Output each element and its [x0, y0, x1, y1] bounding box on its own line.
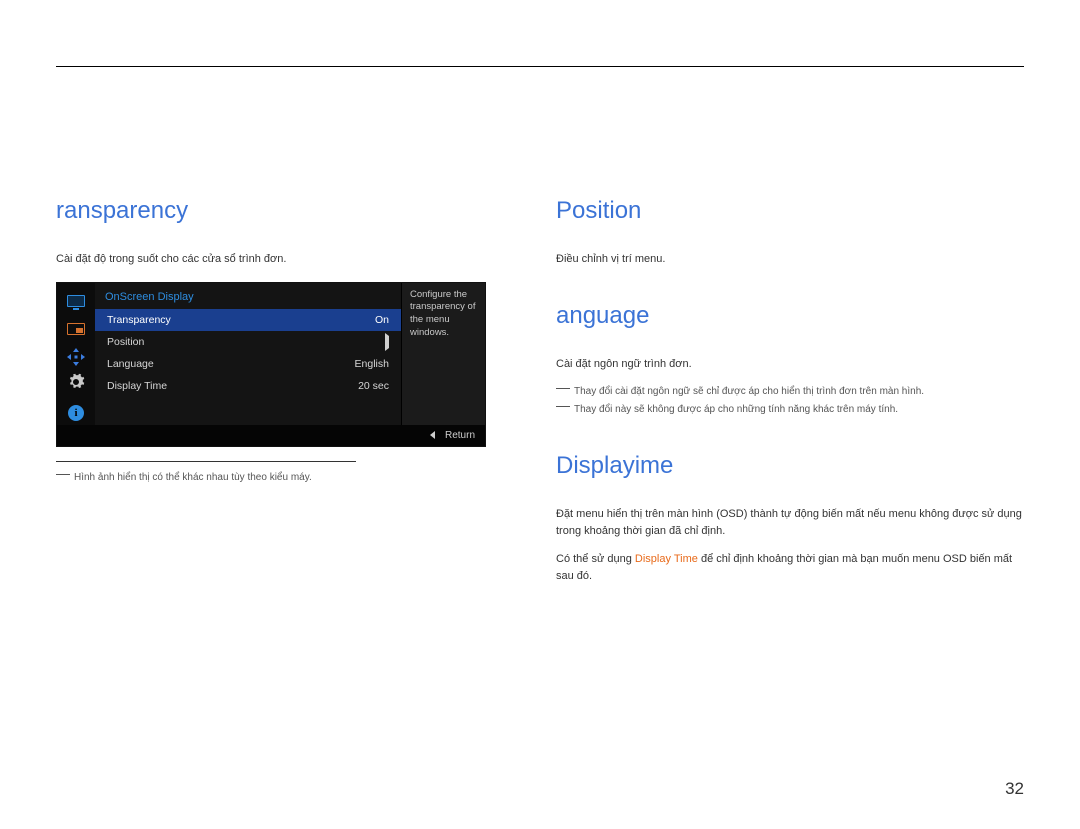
osd-main: OnScreen Display Transparency On Positio… — [95, 283, 401, 425]
language-note-1: Thay đổi cài đặt ngôn ngữ sẽ chỉ được áp… — [556, 384, 1024, 400]
osd-row-value: On — [375, 314, 389, 326]
osd-row-transparency[interactable]: Transparency On — [95, 309, 401, 331]
osd-title: OnScreen Display — [95, 283, 401, 309]
osd-row-label: Position — [107, 336, 144, 348]
osd-row-displaytime[interactable]: Display Time 20 sec — [95, 375, 401, 397]
chevron-right-icon — [385, 336, 389, 348]
pip-icon — [63, 317, 89, 341]
osd-row-value: 20 sec — [358, 380, 389, 392]
osd-row-label: Language — [107, 358, 154, 370]
heading-displaytime: Displayime — [556, 452, 1024, 480]
osd-row-label: Transparency — [107, 314, 171, 326]
move-arrows-icon — [63, 345, 89, 369]
language-note-2: Thay đổi này sẽ không được áp cho những … — [556, 402, 1024, 418]
position-desc: Điều chỉnh vị trí menu. — [556, 251, 1024, 268]
osd-row-value: English — [355, 358, 389, 370]
gear-icon — [63, 373, 89, 397]
displaytime-highlight: Display Time — [635, 553, 698, 565]
transparency-desc: Cài đặt độ trong suốt cho các cửa sổ trì… — [56, 251, 496, 268]
osd-row-language[interactable]: Language English — [95, 353, 401, 375]
info-icon: i — [63, 401, 89, 425]
osd-row-position[interactable]: Position — [95, 331, 401, 353]
back-arrow-icon — [430, 431, 435, 439]
displaytime-desc-1: Đặt menu hiển thị trên màn hình (OSD) th… — [556, 506, 1024, 539]
heading-language: anguage — [556, 302, 1024, 330]
transparency-footnote: Hình ảnh hiển thị có thể khác nhau tùy t… — [56, 470, 496, 486]
return-label[interactable]: Return — [445, 430, 475, 441]
osd-description-panel: Configure the transparency of the menu w… — [401, 283, 485, 425]
osd-row-label: Display Time — [107, 380, 167, 392]
displaytime-desc-2: Có thể sử dụng Display Time để chỉ định … — [556, 551, 1024, 584]
language-desc: Cài đặt ngôn ngữ trình đơn. — [556, 356, 1024, 373]
footnote-divider — [56, 461, 356, 462]
osd-footer: Return — [57, 425, 485, 446]
top-divider — [56, 66, 1024, 67]
heading-transparency: ransparency — [56, 197, 496, 225]
osd-screenshot: i OnScreen Display Transparency On Posit… — [56, 282, 486, 447]
osd-sidebar: i — [57, 283, 95, 425]
heading-position: Position — [556, 197, 1024, 225]
monitor-icon — [63, 289, 89, 313]
page-number: 32 — [1005, 779, 1024, 799]
